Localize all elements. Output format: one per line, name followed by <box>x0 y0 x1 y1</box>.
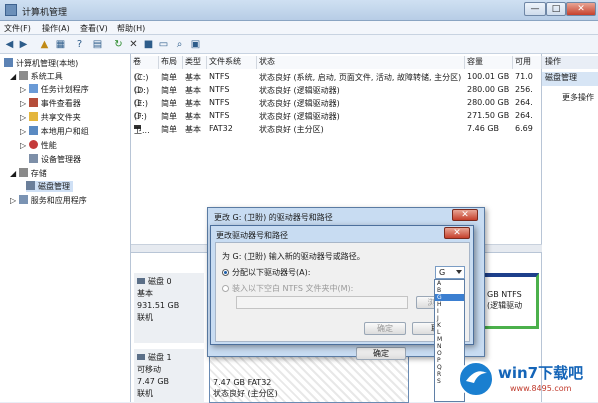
chevron-down-icon <box>456 270 462 274</box>
tree-item-system-tools[interactable]: ◢ 系统工具 <box>10 71 63 82</box>
actions-header: 操作 <box>542 56 598 69</box>
watermark-brand: win7下载吧 <box>498 364 584 382</box>
storage-icon <box>18 168 28 177</box>
performance-icon <box>28 140 38 149</box>
drive-letter-option[interactable]: G <box>435 294 464 301</box>
toolbar: ◀ ▶ ▲ ▦ ? ▤ ↻ ✕ ■ ▭ ⌕ ▣ <box>0 35 598 54</box>
view-icon[interactable]: ▣ <box>189 38 202 51</box>
table-row[interactable]: 卫... 简单 基本 FAT32 状态良好 (主分区) 7.46 GB 6.69 <box>131 123 542 135</box>
drive-letter-option[interactable]: A <box>435 280 464 287</box>
drive-icon[interactable]: ■ <box>142 38 155 51</box>
tree-item-storage[interactable]: ◢ 存储 <box>10 168 47 179</box>
mount-folder-option[interactable]: 装入以下空白 NTFS 文件夹中(M): <box>222 283 353 294</box>
tree-item-task-scheduler[interactable]: ▷ 任务计划程序 <box>20 84 89 95</box>
menu-action[interactable]: 操作(A) <box>42 23 70 34</box>
watermark-logo-icon <box>458 361 494 397</box>
shared-folder-icon <box>28 112 38 121</box>
column-volume[interactable]: 卷 <box>131 56 159 69</box>
table-row[interactable]: (F:) 简单 基本 NTFS 状态良好 (逻辑驱动器) 271.50 GB 2… <box>131 110 542 122</box>
tree-item-disk-management[interactable]: 磁盘管理 <box>26 181 73 192</box>
users-icon <box>28 126 38 135</box>
tree-item-device-manager[interactable]: 设备管理器 <box>29 154 81 165</box>
drive-letter-option[interactable]: I <box>435 308 464 315</box>
tree-item-services[interactable]: ▷ 服务和应用程序 <box>10 195 87 206</box>
computer-icon <box>4 58 13 67</box>
radio-selected-icon <box>222 269 229 276</box>
drive-letter-option[interactable]: J <box>435 315 464 322</box>
maximize-button[interactable]: □ <box>546 2 566 16</box>
watermark-url: www.8495.com <box>510 384 572 393</box>
disk-0-volume-f[interactable]: GB NTFS (逻辑驱动 <box>481 273 539 329</box>
menu-file[interactable]: 文件(F) <box>4 23 31 34</box>
clock-icon <box>28 84 38 93</box>
inner-dialog-body: 为 G: (卫盼) 输入新的驱动器号或路径。 分配以下驱动器号(A): 装入以下… <box>215 242 470 342</box>
tree-item-local-users[interactable]: ▷ 本地用户和组 <box>20 126 89 137</box>
menu-view[interactable]: 查看(V) <box>80 23 108 34</box>
drive-letter-option[interactable]: H <box>435 301 464 308</box>
delete-icon[interactable]: ✕ <box>127 38 140 51</box>
column-filesystem[interactable]: 文件系统 <box>207 56 257 69</box>
navigation-tree: 计算机管理(本地) ◢ 系统工具 ▷ 任务计划程序 ▷ 事件查看器 ▷ 共享文件… <box>0 54 131 402</box>
disk-management-icon <box>26 181 35 190</box>
watermark: win7下载吧 www.8495.com <box>452 356 598 402</box>
dialog-prompt: 为 G: (卫盼) 输入新的驱动器号或路径。 <box>222 252 365 261</box>
ok-button[interactable]: 确定 <box>364 322 406 335</box>
device-icon <box>29 154 38 163</box>
folder-path-input[interactable] <box>236 296 408 309</box>
radio-empty-icon <box>222 285 229 292</box>
menu-bar: 文件(F) 操作(A) 查看(V) 帮助(H) <box>0 21 598 35</box>
column-type[interactable]: 类型 <box>183 56 207 69</box>
tree-item-performance[interactable]: ▷ 性能 <box>20 140 57 151</box>
drive-letter-option[interactable]: L <box>435 329 464 336</box>
up-folder-icon[interactable]: ▲ <box>38 38 51 51</box>
disk-0-info[interactable]: 磁盘 0 基本 931.51 GB 联机 <box>134 273 204 343</box>
disk-icon <box>137 354 145 360</box>
outer-dialog-title: 更改 G: (卫盼) 的驱动器号和路径 <box>214 213 333 222</box>
outer-dialog-close-button[interactable]: ✕ <box>452 209 478 221</box>
show-tree-icon[interactable]: ▦ <box>54 38 67 51</box>
disk-1-info[interactable]: 磁盘 1 可移动 7.47 GB 联机 <box>134 349 204 403</box>
close-button[interactable]: ✕ <box>566 2 596 16</box>
computer-management-icon <box>5 4 17 16</box>
actions-pane: 操作 磁盘管理 更多操作 <box>542 54 598 402</box>
help-icon[interactable]: ? <box>73 38 86 51</box>
drive-letter-option[interactable]: M <box>435 336 464 343</box>
column-status[interactable]: 状态 <box>257 56 465 69</box>
actions-more[interactable]: 更多操作 <box>562 92 594 103</box>
properties-icon[interactable]: ▤ <box>91 38 104 51</box>
inner-dialog-close-button[interactable]: ✕ <box>444 227 470 239</box>
drive-letter-select[interactable]: G <box>435 266 465 279</box>
drive-letter-option[interactable]: N <box>435 343 464 350</box>
back-icon[interactable]: ◀ <box>3 38 16 51</box>
inner-dialog-title: 更改驱动器号和路径 <box>216 231 288 240</box>
outer-ok-button[interactable]: 确定 <box>356 347 406 360</box>
menu-help[interactable]: 帮助(H) <box>117 23 145 34</box>
actions-disk-management[interactable]: 磁盘管理 <box>542 72 598 86</box>
table-row[interactable]: (C:) 简单 基本 NTFS 状态良好 (系统, 启动, 页面文件, 活动, … <box>131 71 542 83</box>
forward-icon[interactable]: ▶ <box>17 38 30 51</box>
drive-letter-option[interactable]: K <box>435 322 464 329</box>
table-row[interactable]: (D:) 简单 基本 NTFS 状态良好 (逻辑驱动器) 280.00 GB 2… <box>131 84 542 96</box>
assign-letter-option[interactable]: 分配以下驱动器号(A): <box>222 267 310 278</box>
refresh-icon[interactable]: ↻ <box>112 38 125 51</box>
search-icon[interactable]: ⌕ <box>173 38 186 51</box>
folder-icon[interactable]: ▭ <box>157 38 170 51</box>
event-icon <box>28 98 38 107</box>
window-title: 计算机管理 <box>22 8 68 18</box>
column-free[interactable]: 可用 <box>513 56 542 69</box>
minimize-button[interactable]: — <box>524 2 546 16</box>
table-row[interactable]: (E:) 简单 基本 NTFS 状态良好 (逻辑驱动器) 280.00 GB 2… <box>131 97 542 109</box>
column-layout[interactable]: 布局 <box>159 56 183 69</box>
title-bar: 计算机管理 — □ ✕ <box>0 0 598 21</box>
tree-item-event-viewer[interactable]: ▷ 事件查看器 <box>20 98 81 109</box>
tree-root[interactable]: 计算机管理(本地) <box>4 58 78 69</box>
tree-item-shared-folders[interactable]: ▷ 共享文件夹 <box>20 112 81 123</box>
column-capacity[interactable]: 容量 <box>465 56 513 69</box>
services-icon <box>18 195 28 204</box>
drive-letter-option[interactable]: B <box>435 287 464 294</box>
tools-icon <box>18 71 28 80</box>
disk-icon <box>137 278 145 284</box>
